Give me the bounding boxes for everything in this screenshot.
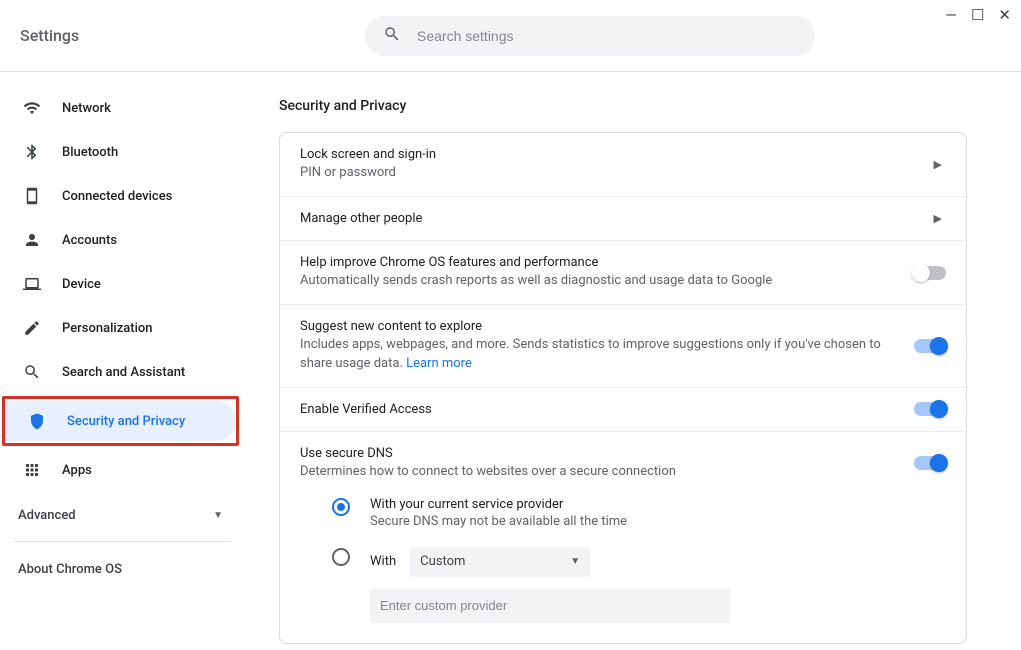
row-title: Suggest new content to explore bbox=[300, 319, 914, 334]
sidebar-item-label: Personalization bbox=[62, 321, 153, 336]
shield-icon bbox=[27, 412, 47, 430]
chevron-down-icon: ▼ bbox=[213, 510, 223, 521]
search-icon bbox=[383, 25, 401, 47]
wifi-icon bbox=[22, 99, 42, 117]
row-subtitle: Automatically sends crash reports as wel… bbox=[300, 272, 914, 290]
minimize-icon[interactable]: — bbox=[945, 8, 957, 23]
pencil-icon bbox=[22, 319, 42, 337]
row-help-improve: Help improve Chrome OS features and perf… bbox=[280, 241, 966, 305]
row-secure-dns: Use secure DNS Determines how to connect… bbox=[280, 432, 966, 643]
header: Settings bbox=[0, 0, 1021, 72]
search-icon bbox=[22, 363, 42, 381]
apps-icon bbox=[22, 461, 42, 479]
row-subtitle: PIN or password bbox=[300, 164, 934, 182]
row-title: Help improve Chrome OS features and perf… bbox=[300, 255, 914, 270]
row-title: Enable Verified Access bbox=[300, 402, 914, 417]
sidebar-item-search-assistant[interactable]: Search and Assistant bbox=[0, 352, 245, 392]
sidebar-item-bluetooth[interactable]: Bluetooth bbox=[0, 132, 245, 172]
sidebar-item-accounts[interactable]: Accounts bbox=[0, 220, 245, 260]
sidebar-item-label: Apps bbox=[62, 463, 92, 478]
chevron-down-icon: ▼ bbox=[570, 556, 580, 567]
sidebar-item-connected-devices[interactable]: Connected devices bbox=[0, 176, 245, 216]
dns-provider-select[interactable]: Custom ▼ bbox=[410, 547, 590, 577]
dns-option-current-provider[interactable]: With your current service provider Secur… bbox=[332, 497, 946, 529]
toggle-verified-access[interactable] bbox=[914, 402, 946, 416]
row-suggest-content: Suggest new content to explore Includes … bbox=[280, 305, 966, 387]
row-subtitle: Includes apps, webpages, and more. Sends… bbox=[300, 336, 914, 372]
bluetooth-icon bbox=[22, 143, 42, 161]
highlight-box: Security and Privacy bbox=[2, 396, 239, 446]
about-label: About Chrome OS bbox=[18, 562, 122, 577]
sidebar-item-label: Search and Assistant bbox=[62, 365, 185, 380]
sidebar-advanced[interactable]: Advanced ▼ bbox=[0, 494, 245, 537]
maximize-icon[interactable]: ☐ bbox=[971, 8, 984, 23]
laptop-icon bbox=[22, 275, 42, 293]
dns-option-custom[interactable]: With Custom ▼ bbox=[332, 547, 946, 623]
sidebar-item-label: Connected devices bbox=[62, 189, 172, 204]
row-subtitle: Determines how to connect to websites ov… bbox=[300, 463, 914, 481]
sidebar-item-device[interactable]: Device bbox=[0, 264, 245, 304]
row-title: Lock screen and sign-in bbox=[300, 147, 934, 162]
toggle-secure-dns[interactable] bbox=[914, 456, 946, 470]
close-icon[interactable]: ✕ bbox=[998, 8, 1011, 23]
sidebar-item-label: Bluetooth bbox=[62, 145, 118, 160]
learn-more-link[interactable]: Learn more bbox=[406, 356, 472, 371]
sidebar-item-label: Device bbox=[62, 277, 101, 292]
select-value: Custom bbox=[420, 554, 465, 569]
sidebar-item-network[interactable]: Network bbox=[0, 88, 245, 128]
advanced-label: Advanced bbox=[18, 508, 76, 523]
search-input[interactable] bbox=[417, 28, 797, 44]
sidebar-item-label: Accounts bbox=[62, 233, 117, 248]
custom-provider-input[interactable] bbox=[370, 589, 730, 623]
row-lock-screen[interactable]: Lock screen and sign-in PIN or password … bbox=[280, 133, 966, 197]
option-subtitle: Secure DNS may not be available all the … bbox=[370, 514, 627, 529]
radio-icon[interactable] bbox=[332, 498, 350, 516]
page-title: Settings bbox=[20, 26, 365, 45]
row-manage-people[interactable]: Manage other people ▶ bbox=[280, 197, 966, 241]
search-box[interactable] bbox=[365, 16, 815, 56]
option-label: With bbox=[370, 554, 396, 569]
row-verified-access: Enable Verified Access bbox=[280, 388, 966, 432]
sidebar-item-label: Network bbox=[62, 101, 111, 116]
row-title: Manage other people bbox=[300, 211, 934, 226]
chevron-right-icon: ▶ bbox=[934, 158, 946, 171]
phone-icon bbox=[22, 187, 42, 205]
chevron-right-icon: ▶ bbox=[934, 212, 946, 225]
radio-icon[interactable] bbox=[332, 548, 350, 566]
option-title: With your current service provider bbox=[370, 497, 627, 512]
main-content: Security and Privacy Lock screen and sig… bbox=[245, 72, 1021, 644]
sidebar-item-security-privacy[interactable]: Security and Privacy bbox=[5, 401, 236, 441]
sidebar-about[interactable]: About Chrome OS bbox=[0, 548, 245, 591]
sidebar-item-personalization[interactable]: Personalization bbox=[0, 308, 245, 348]
person-icon bbox=[22, 231, 42, 249]
divider bbox=[14, 541, 231, 542]
section-title: Security and Privacy bbox=[279, 98, 967, 114]
row-title: Use secure DNS bbox=[300, 446, 914, 461]
sidebar-item-label: Security and Privacy bbox=[67, 414, 185, 429]
settings-card: Lock screen and sign-in PIN or password … bbox=[279, 132, 967, 644]
sidebar-item-apps[interactable]: Apps bbox=[0, 450, 245, 490]
toggle-help-improve[interactable] bbox=[914, 266, 946, 280]
sidebar: Network Bluetooth Connected devices Acco… bbox=[0, 72, 245, 644]
toggle-suggest-content[interactable] bbox=[914, 339, 946, 353]
